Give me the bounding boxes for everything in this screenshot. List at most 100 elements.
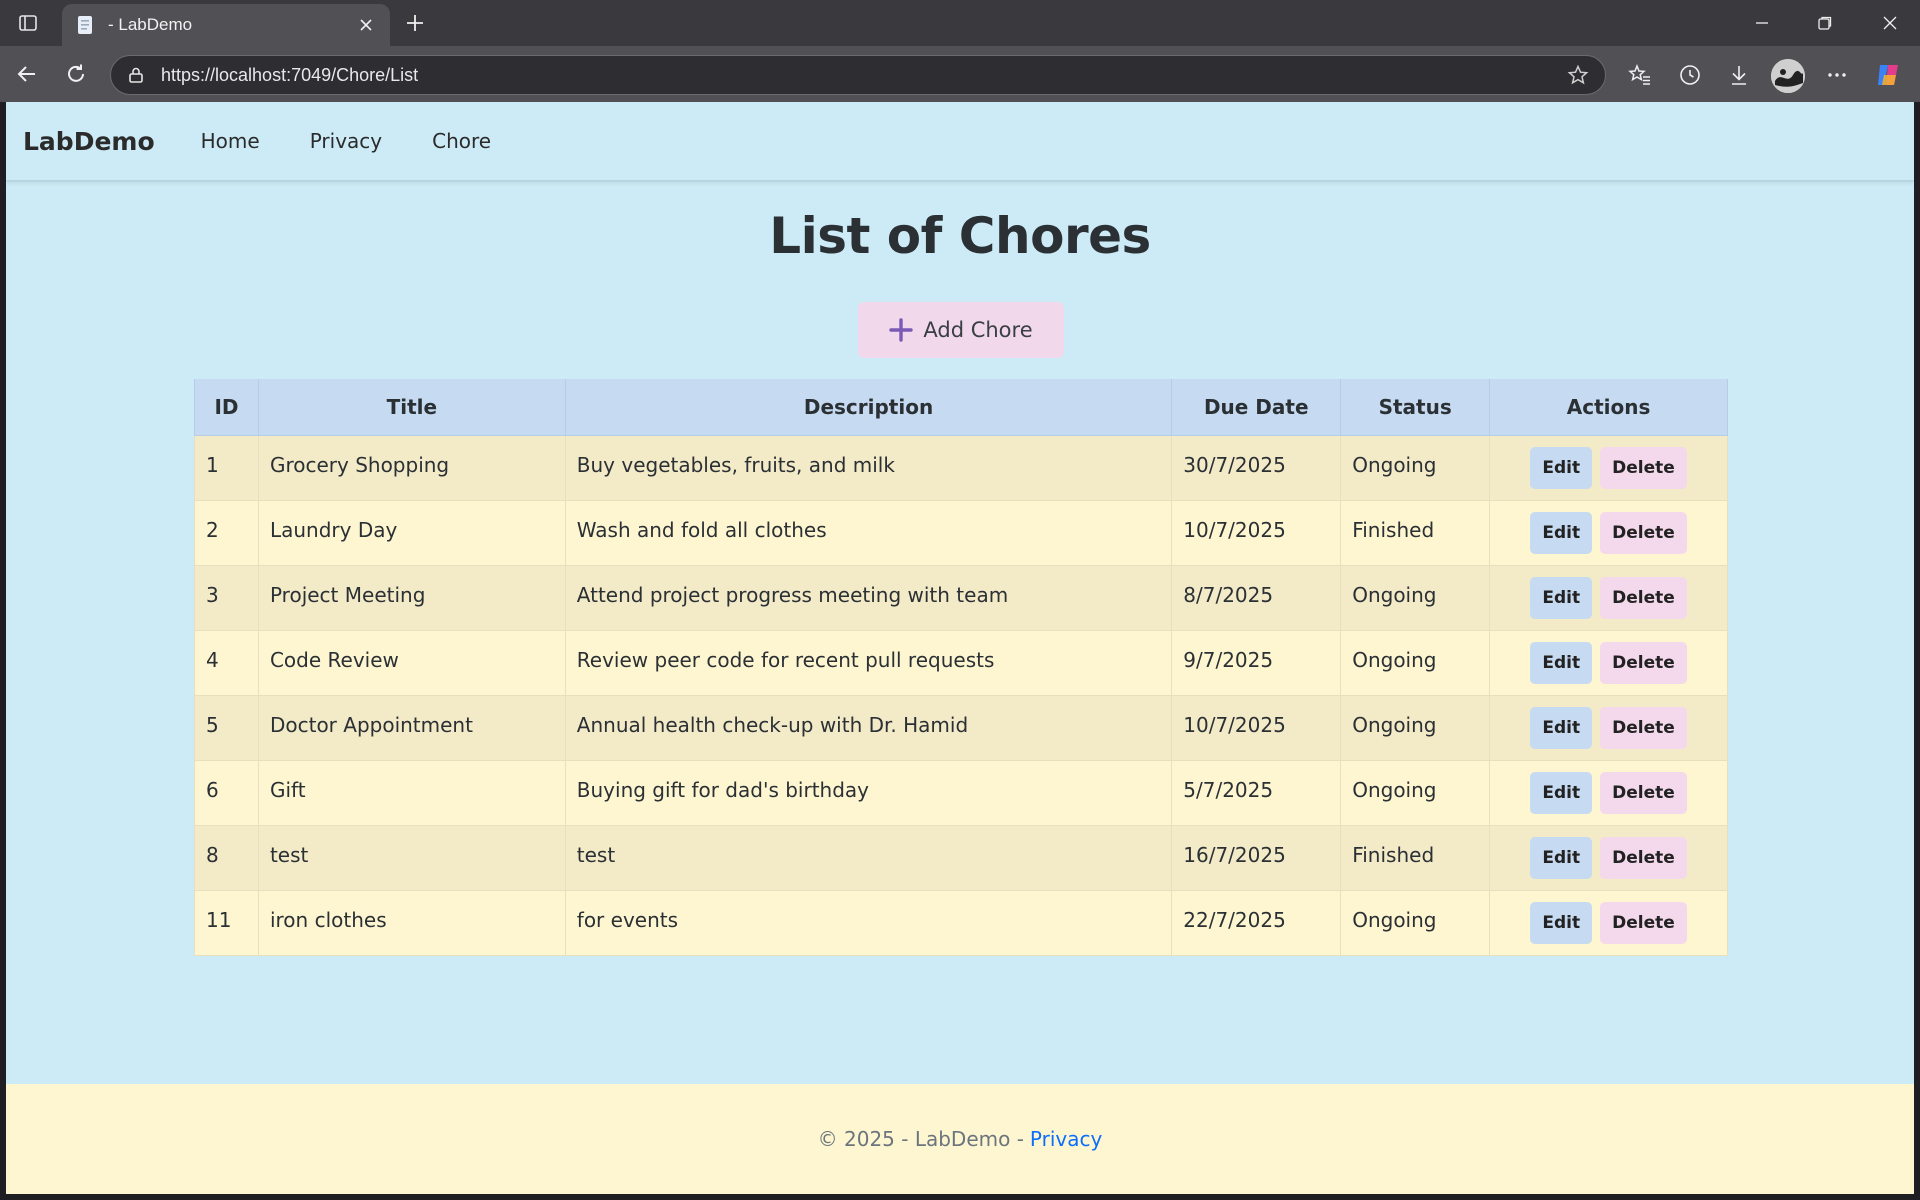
cell-actions: Edit Delete	[1489, 630, 1728, 696]
page-viewport: LabDemo Home Privacy Chore List of Chore…	[6, 102, 1914, 1194]
cell-title: Grocery Shopping	[257, 435, 566, 501]
cell-id: 11	[194, 890, 259, 956]
site-navbar: LabDemo Home Privacy Chore	[6, 102, 1914, 182]
cell-description: Buying gift for dad's birthday	[564, 760, 1173, 826]
column-header-title: Title	[257, 379, 566, 436]
edit-button[interactable]: Edit	[1530, 446, 1593, 489]
column-header-id: ID	[194, 379, 259, 436]
close-tab-icon[interactable]	[354, 13, 378, 37]
delete-button[interactable]: Delete	[1600, 446, 1687, 489]
delete-button[interactable]: Delete	[1600, 576, 1687, 619]
cell-actions: Edit Delete	[1489, 435, 1728, 501]
cell-actions: Edit Delete	[1489, 565, 1728, 631]
cell-due: 22/7/2025	[1171, 890, 1342, 956]
edit-button[interactable]: Edit	[1530, 641, 1593, 684]
cell-actions: Edit Delete	[1489, 825, 1728, 891]
back-icon[interactable]	[12, 59, 42, 89]
add-chore-button[interactable]: Add Chore	[858, 302, 1064, 358]
site-brand[interactable]: LabDemo	[23, 127, 155, 156]
browser-tabstrip: - LabDemo	[0, 0, 1920, 46]
cell-description: Wash and fold all clothes	[564, 500, 1173, 566]
cell-description: for events	[564, 890, 1173, 956]
cell-due: 9/7/2025	[1171, 630, 1342, 696]
cell-due: 10/7/2025	[1171, 695, 1342, 761]
cell-description: Annual health check-up with Dr. Hamid	[564, 695, 1173, 761]
cell-actions: Edit Delete	[1489, 695, 1728, 761]
edit-button[interactable]: Edit	[1530, 901, 1593, 944]
cell-id: 2	[194, 500, 259, 566]
edit-button[interactable]: Edit	[1530, 511, 1593, 554]
cell-status: Finished	[1340, 500, 1491, 566]
favorites-icon[interactable]	[1624, 59, 1656, 91]
close-window-icon[interactable]	[1868, 8, 1912, 38]
table-row: 5 Doctor Appointment Annual health check-u…	[194, 695, 1728, 761]
address-bar[interactable]: https://localhost:7049/Chore/List	[110, 55, 1606, 95]
cell-title: Project Meeting	[257, 565, 566, 631]
more-options-icon[interactable]	[1821, 59, 1853, 91]
column-header-actions: Actions	[1489, 379, 1728, 436]
edit-button[interactable]: Edit	[1530, 836, 1593, 879]
column-header-description: Description	[564, 379, 1173, 436]
column-header-status: Status	[1340, 379, 1491, 436]
nav-link-home[interactable]: Home	[201, 129, 260, 153]
table-row: 8 test test 16/7/2025 Finished Edit Delete	[194, 825, 1728, 891]
cell-title: Gift	[257, 760, 566, 826]
new-tab-icon[interactable]	[400, 9, 430, 37]
delete-button[interactable]: Delete	[1600, 771, 1687, 814]
edit-button[interactable]: Edit	[1530, 576, 1593, 619]
table-row: 6 Gift Buying gift for dad's birthday 5/7/2…	[194, 760, 1728, 826]
cell-status: Ongoing	[1340, 565, 1491, 631]
delete-button[interactable]: Delete	[1600, 706, 1687, 749]
cell-title: Laundry Day	[257, 500, 566, 566]
footer-privacy-link[interactable]: Privacy	[1030, 1127, 1102, 1151]
cell-title: test	[257, 825, 566, 891]
column-header-due-date: Due Date	[1171, 379, 1342, 436]
cell-actions: Edit Delete	[1489, 760, 1728, 826]
cell-id: 3	[194, 565, 259, 631]
cell-actions: Edit Delete	[1489, 500, 1728, 566]
cell-actions: Edit Delete	[1489, 890, 1728, 956]
site-footer: © 2025 - LabDemo - Privacy	[6, 1084, 1914, 1194]
lock-icon[interactable]	[125, 64, 147, 86]
cell-id: 4	[194, 630, 259, 696]
cell-due: 30/7/2025	[1171, 435, 1342, 501]
edit-button[interactable]: Edit	[1530, 706, 1593, 749]
minimize-icon[interactable]	[1740, 8, 1784, 38]
downloads-icon[interactable]	[1723, 59, 1755, 91]
table-header-row: ID Title Description Due Date Status Act…	[194, 379, 1728, 436]
edit-button[interactable]: Edit	[1530, 771, 1593, 814]
chores-table: ID Title Description Due Date Status Act…	[194, 379, 1728, 956]
cell-description: Attend project progress meeting with tea…	[564, 565, 1173, 631]
nav-link-chore[interactable]: Chore	[432, 129, 491, 153]
cell-status: Ongoing	[1340, 890, 1491, 956]
delete-button[interactable]: Delete	[1600, 836, 1687, 879]
delete-button[interactable]: Delete	[1600, 511, 1687, 554]
browser-tab[interactable]: - LabDemo	[62, 4, 390, 46]
copilot-icon[interactable]	[1872, 59, 1904, 91]
sidebar-toggle-icon[interactable]	[14, 10, 42, 36]
delete-button[interactable]: Delete	[1600, 641, 1687, 684]
cell-title: Doctor Appointment	[257, 695, 566, 761]
restore-icon[interactable]	[1803, 8, 1847, 38]
table-body: 1 Grocery Shopping Buy vegetables, fruits,…	[194, 435, 1728, 956]
page-favicon-icon	[74, 14, 96, 36]
profile-avatar[interactable]	[1771, 59, 1805, 93]
cell-status: Finished	[1340, 825, 1491, 891]
cell-id: 5	[194, 695, 259, 761]
cell-description: Review peer code for recent pull request…	[564, 630, 1173, 696]
table-row: 3 Project Meeting Attend project progress …	[194, 565, 1728, 631]
browser-toolbar: https://localhost:7049/Chore/List	[0, 46, 1920, 102]
table-row: 1 Grocery Shopping Buy vegetables, fruits,…	[194, 435, 1728, 501]
add-chore-label: Add Chore	[923, 318, 1033, 342]
cell-status: Ongoing	[1340, 695, 1491, 761]
favorite-star-icon[interactable]	[1565, 62, 1591, 88]
table-row: 4 Code Review Review peer code for recent …	[194, 630, 1728, 696]
refresh-icon[interactable]	[61, 59, 91, 89]
cell-title: Code Review	[257, 630, 566, 696]
cell-due: 5/7/2025	[1171, 760, 1342, 826]
table-row: 11 iron clothes for events 22/7/2025 Ongoing…	[194, 890, 1728, 956]
nav-link-privacy[interactable]: Privacy	[310, 129, 382, 153]
history-icon[interactable]	[1674, 59, 1706, 91]
delete-button[interactable]: Delete	[1600, 901, 1687, 944]
tab-title: - LabDemo	[108, 15, 193, 34]
